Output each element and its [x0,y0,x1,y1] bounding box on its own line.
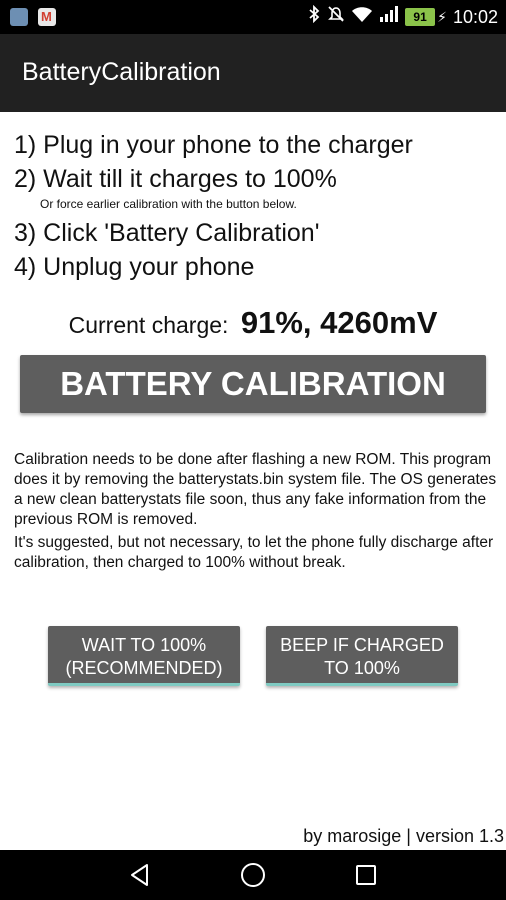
wait-button-line-1: WAIT TO 100% [81,635,207,655]
navigation-bar [0,850,506,900]
gmail-icon [38,8,56,26]
app-bar: BatteryCalibration [0,34,506,112]
notification-icons [10,8,56,26]
wifi-icon [351,5,373,30]
description-paragraph-2: It's suggested, but not necessary, to le… [14,534,494,571]
step-2-note: Or force earlier calibration with the bu… [40,197,297,211]
wait-to-100-button[interactable]: WAIT TO 100% (RECOMMENDED) [48,626,240,686]
charge-value: 91%, 4260mV [240,305,438,340]
step-1: 1) Plug in your phone to the charger [14,131,413,159]
android-notification-icon [10,8,28,26]
system-icons: 91 ⚡ 10:02 [307,4,498,30]
current-charge: Current charge: 91%, 4260mV [0,305,506,341]
back-icon[interactable] [110,850,170,900]
description: Calibration needs to be done after flash… [14,450,498,576]
beep-if-charged-button[interactable]: BEEP IF CHARGED TO 100% [266,626,458,686]
wait-button-line-2: (RECOMMENDED) [65,658,223,678]
home-icon[interactable] [223,850,283,900]
beep-button-line-1: BEEP IF CHARGED [280,635,444,655]
step-2: 2) Wait till it charges to 100% [14,165,337,193]
recents-icon[interactable] [336,850,396,900]
step-3: 3) Click 'Battery Calibration' [14,219,320,247]
beep-button-line-2: TO 100% [324,658,400,678]
charging-icon: ⚡ [437,8,447,25]
instructions: 1) Plug in your phone to the charger 2) … [14,128,494,284]
mute-icon [327,5,345,30]
signal-icon [379,5,399,30]
charge-label: Current charge: [68,312,229,338]
clock: 10:02 [452,7,498,27]
battery-icon: 91 [405,8,436,26]
description-paragraph-1: Calibration needs to be done after flash… [14,451,497,528]
bluetooth-icon [307,4,321,30]
version-footer: by marosige | version 1.3 [303,826,504,846]
app-title: BatteryCalibration [22,58,221,86]
step-4: 4) Unplug your phone [14,253,255,281]
battery-calibration-button[interactable]: BATTERY CALIBRATION [20,355,486,413]
status-bar: 91 ⚡ 10:02 [0,0,506,34]
